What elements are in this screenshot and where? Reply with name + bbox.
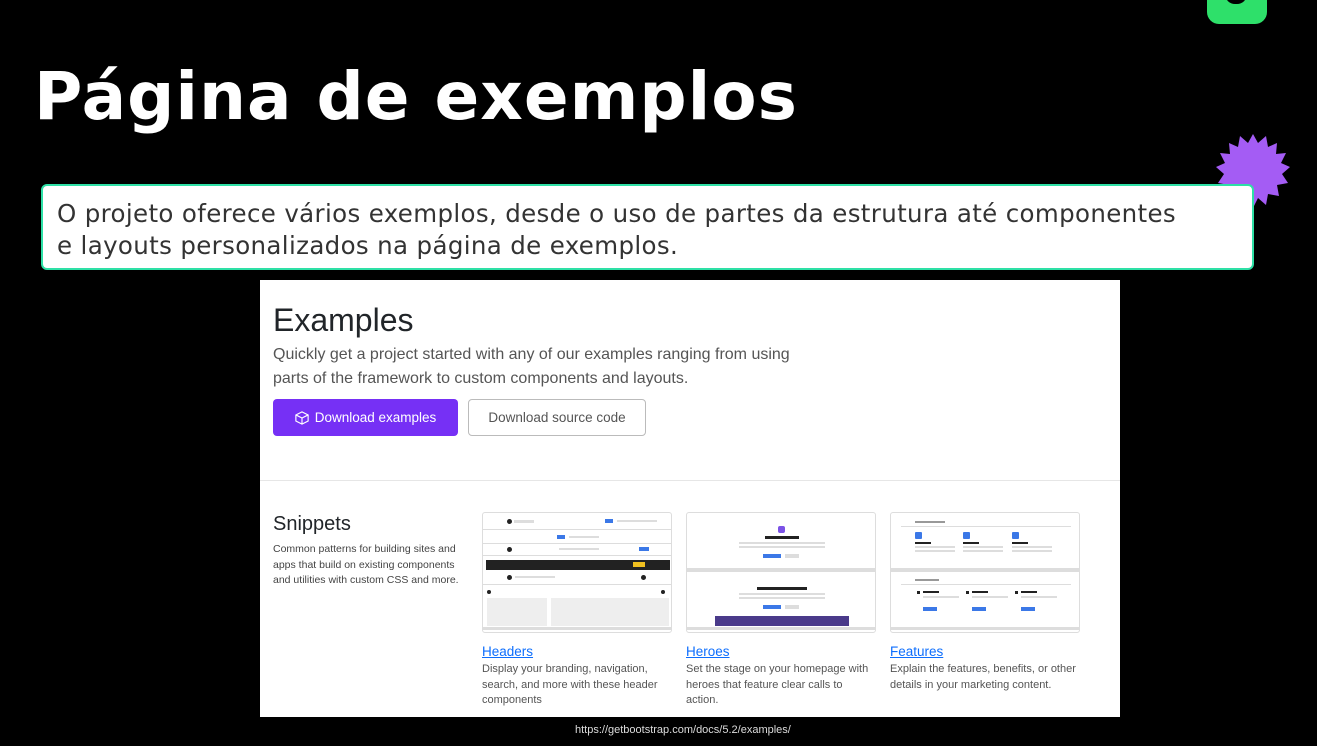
download-source-button[interactable]: Download source code: [468, 399, 646, 436]
brand-logo-icon: [1207, 0, 1267, 24]
card-desc-headers: Display your branding, navigation, searc…: [482, 663, 658, 706]
card-link-features[interactable]: Features: [890, 644, 1080, 659]
lead-line-1: Quickly get a project started with any o…: [273, 346, 790, 363]
card-link-headers[interactable]: Headers: [482, 644, 672, 659]
page-heading: Examples: [273, 302, 414, 338]
slide-title: Página de exemplos: [34, 58, 798, 135]
snippets-description: Common patterns for building sites and a…: [273, 543, 459, 586]
download-examples-label: Download examples: [314, 410, 437, 425]
lead-line-2: parts of the framework to custom compone…: [273, 370, 689, 387]
card-headers: Headers Display your branding, navigatio…: [482, 512, 672, 709]
intro-callout: O projeto oferece vários exemplos, desde…: [41, 184, 1254, 270]
download-examples-button[interactable]: Download examples: [273, 399, 458, 436]
heroes-thumbnail[interactable]: [686, 512, 876, 633]
features-thumbnail[interactable]: [890, 512, 1080, 633]
card-features: Features Explain the features, benefits,…: [890, 512, 1080, 693]
card-desc-features: Explain the features, benefits, or other…: [890, 663, 1076, 691]
examples-page-screenshot: Examples Quickly get a project started w…: [260, 280, 1120, 717]
source-url-caption: https://getbootstrap.com/docs/5.2/exampl…: [575, 724, 791, 736]
headers-thumbnail[interactable]: [482, 512, 672, 633]
snippets-title: Snippets: [273, 513, 351, 535]
card-link-heroes[interactable]: Heroes: [686, 644, 876, 659]
download-source-label: Download source code: [488, 410, 626, 425]
card-heroes: Heroes Set the stage on your homepage wi…: [686, 512, 876, 709]
intro-line-2: e layouts personalizados na página de ex…: [57, 231, 679, 260]
intro-line-1: O projeto oferece vários exemplos, desde…: [57, 199, 1176, 228]
box-icon: [295, 410, 309, 425]
card-desc-heroes: Set the stage on your homepage with hero…: [686, 663, 869, 706]
page-lead: Quickly get a project started with any o…: [273, 343, 813, 391]
section-divider: [260, 480, 1120, 481]
